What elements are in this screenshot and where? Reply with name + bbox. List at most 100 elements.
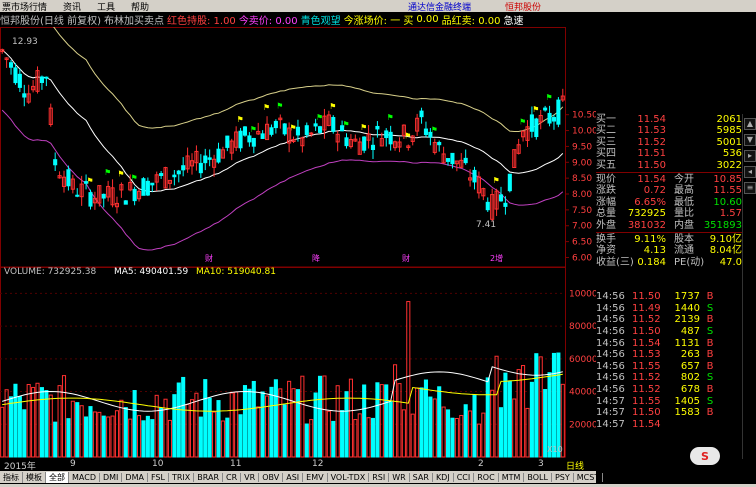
menu-market[interactable]: 票市场行情 bbox=[0, 0, 55, 13]
volume-bar bbox=[26, 384, 31, 458]
signal-marker: ⚑ bbox=[117, 169, 124, 178]
volume-bar bbox=[39, 387, 44, 458]
candle-body bbox=[13, 67, 18, 84]
scroll-up-icon[interactable]: ▲ bbox=[744, 118, 756, 130]
volume-bar bbox=[92, 411, 97, 458]
signal-marker: ⚑ bbox=[329, 102, 336, 111]
volume-bar bbox=[309, 419, 314, 458]
indicator-tab[interactable]: CCI bbox=[454, 472, 475, 482]
tick-direction: B bbox=[706, 360, 714, 372]
indicator-tab[interactable]: DMA bbox=[122, 472, 148, 482]
menu-tools[interactable]: 工具 bbox=[89, 0, 123, 13]
indicator-tab[interactable]: MACD bbox=[69, 472, 100, 482]
tick-time: 14:56 bbox=[596, 326, 625, 338]
indicator-tab[interactable]: MTM bbox=[499, 472, 525, 482]
menu-icon[interactable]: ≡ bbox=[744, 182, 756, 194]
stat-row: 总量 732925 量比 1.57 bbox=[596, 208, 742, 219]
volume-bar bbox=[393, 364, 398, 458]
stat-value: 10.60 bbox=[713, 196, 742, 208]
candle-body bbox=[88, 192, 93, 207]
candle-body bbox=[543, 107, 548, 111]
tick-row: 14:56 11.50 487 S bbox=[596, 326, 742, 338]
indicator-tab[interactable]: EMV bbox=[303, 472, 328, 482]
indicator-tab[interactable]: DMI bbox=[100, 472, 123, 482]
stat-label: 总量 bbox=[596, 208, 616, 220]
volume-bar bbox=[229, 392, 234, 458]
volume-bar bbox=[507, 380, 512, 458]
chart-svg: 10.50 10.00 9.50 9.00 8.50 8.00 7.50 7.00 6.50 6.… bbox=[0, 27, 596, 458]
price-high-label: 12.93 bbox=[12, 37, 38, 47]
volume-bar bbox=[44, 390, 49, 458]
candle-body bbox=[145, 180, 150, 196]
price-pane-frame bbox=[0, 27, 566, 268]
stat-label: 最低 bbox=[674, 196, 694, 208]
volume-bar bbox=[97, 411, 102, 458]
bid-row-3: 买三 11.52 5001 bbox=[596, 137, 742, 148]
volume-bar bbox=[17, 396, 22, 458]
scroll-down-icon[interactable]: ▼ bbox=[744, 134, 756, 146]
indicator-tab[interactable]: FSL bbox=[148, 472, 169, 482]
price-axis-label: 7.50 bbox=[572, 206, 592, 216]
indicator-tab[interactable]: WR bbox=[389, 472, 410, 482]
indicator-tab[interactable]: 全部 bbox=[46, 471, 69, 483]
candle-body bbox=[242, 126, 248, 136]
volume-axis-label: 100000 bbox=[569, 289, 596, 299]
candle-body bbox=[309, 132, 314, 135]
indicator-tab[interactable]: CR bbox=[223, 472, 242, 482]
volume-bar bbox=[176, 382, 181, 458]
volume-bar bbox=[48, 394, 53, 458]
cyan-watch: 青色观望 bbox=[300, 16, 341, 27]
indicator-tab[interactable]: VOL-TDX bbox=[328, 472, 370, 482]
indicator-tab[interactable]: SAR bbox=[410, 472, 433, 482]
price-axis-label: 9.50 bbox=[572, 142, 592, 152]
candle-body bbox=[317, 126, 323, 133]
stat-label: 现价 bbox=[596, 173, 616, 185]
price-axis-label: 6.00 bbox=[572, 253, 592, 263]
menu-news[interactable]: 资讯 bbox=[55, 0, 89, 13]
volume-bar bbox=[132, 390, 137, 458]
indicator-tab[interactable]: PSY bbox=[552, 472, 574, 482]
stat-row: 净资 4.13 流通 8.04亿 bbox=[596, 245, 742, 256]
collapse-icon[interactable]: ◂ bbox=[744, 166, 756, 178]
candle-body bbox=[503, 202, 508, 207]
indicator-tab[interactable]: RSI bbox=[369, 472, 390, 482]
volume-bar bbox=[366, 417, 371, 458]
indicator-tab[interactable]: ROC bbox=[474, 472, 499, 482]
indicator-tab[interactable]: BOLL bbox=[524, 472, 552, 482]
volume-bar bbox=[300, 375, 305, 458]
indicator-tab[interactable]: ASI bbox=[283, 472, 304, 482]
volume-bar bbox=[238, 414, 243, 458]
tick-time: 14:56 bbox=[596, 349, 625, 361]
indicator-tab[interactable]: OBV bbox=[259, 472, 284, 482]
volume-bar bbox=[278, 388, 283, 458]
indicator-tab[interactable]: KDJ bbox=[433, 472, 454, 482]
indicator-tab[interactable]: 指标 bbox=[0, 471, 23, 483]
bid-label: 买三 bbox=[596, 136, 616, 148]
volume-bar bbox=[101, 415, 106, 458]
indicator-name: 布林加买卖点 bbox=[103, 16, 164, 27]
kline-chart[interactable]: 10.50 10.00 9.50 9.00 8.50 8.00 7.50 7.00 6.50 6.… bbox=[0, 27, 596, 458]
tick-time: 14:56 bbox=[596, 291, 625, 303]
bid-vol: 2061 bbox=[716, 114, 742, 125]
time-label: 9 bbox=[70, 459, 76, 469]
candle-body bbox=[22, 93, 27, 98]
tick-row: 14:57 11.55 1405 S bbox=[596, 395, 742, 407]
stat-label: 量比 bbox=[674, 208, 694, 220]
indicator-tab[interactable]: 模板 bbox=[23, 471, 46, 483]
indicator-tab[interactable]: MCST bbox=[574, 472, 604, 482]
candle-body bbox=[331, 117, 336, 132]
menu-help[interactable]: 帮助 bbox=[123, 0, 157, 13]
tick-volume: 1737 bbox=[674, 291, 700, 303]
candle-body bbox=[472, 169, 477, 183]
expand-icon[interactable]: ▸ bbox=[744, 150, 756, 162]
volume-bar bbox=[450, 417, 455, 458]
indicator-tab[interactable]: BRAR bbox=[194, 472, 224, 482]
volume-bar bbox=[53, 421, 58, 458]
volume-bar bbox=[397, 383, 402, 458]
volume-ma10-line bbox=[2, 373, 563, 412]
indicator-tab[interactable]: TRIX bbox=[169, 472, 195, 482]
candle-body bbox=[8, 62, 14, 68]
volume-bar bbox=[428, 396, 433, 458]
indicator-tab[interactable]: VR bbox=[241, 472, 260, 482]
volume-bar bbox=[388, 400, 393, 458]
